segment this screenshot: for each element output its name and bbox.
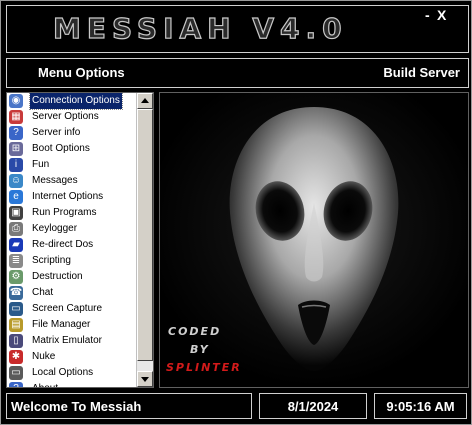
- list-item-label: Scripting: [32, 255, 71, 266]
- computer-icon: ▯: [9, 334, 23, 348]
- list-item[interactable]: ▣ Run Programs: [7, 205, 136, 221]
- monitor-network-icon: ▭: [9, 302, 23, 316]
- server-options-icon: ▦: [9, 110, 23, 124]
- minimize-button[interactable]: -: [425, 8, 430, 22]
- scroll-down-button[interactable]: [137, 371, 153, 387]
- list-item[interactable]: ▤ File Manager: [7, 317, 136, 333]
- local-computer-icon: ▭: [9, 366, 23, 380]
- printer-icon: ⎙: [9, 222, 23, 236]
- splash-image-panel: CODED BY SPLINTER: [159, 92, 469, 388]
- folder-network-icon: ▤: [9, 318, 23, 332]
- options-listbox[interactable]: ◉ Connection Options ▦ Server Options? Serve…: [6, 92, 154, 388]
- build-server-menu[interactable]: Build Server: [383, 65, 460, 80]
- list-item[interactable]: ▭ Local Options: [7, 365, 136, 381]
- list-item-label: Fun: [32, 159, 50, 170]
- list-item[interactable]: ⊞ Boot Options: [7, 141, 136, 157]
- scroll-thumb[interactable]: [137, 109, 153, 361]
- list-item-label: Chat: [32, 287, 54, 298]
- list-item-label: Nuke: [32, 351, 56, 362]
- list-item[interactable]: ☺ Messages: [7, 173, 136, 189]
- list-item-label: Server info: [32, 127, 81, 138]
- list-item-label: Messages: [32, 175, 78, 186]
- list-item[interactable]: ? Server info: [7, 125, 136, 141]
- credit-by-text: BY: [190, 343, 210, 356]
- document-script-icon: ≣: [9, 254, 23, 268]
- network-globe-icon: ◉: [9, 94, 23, 108]
- status-time: 9:05:16 AM: [374, 393, 467, 419]
- close-button[interactable]: X: [437, 8, 446, 22]
- list-item[interactable]: ▰ Re-direct Dos: [7, 237, 136, 253]
- about-icon: ?: [9, 382, 23, 387]
- network-computers-icon: ⊞: [9, 142, 23, 156]
- status-date: 8/1/2024: [259, 393, 367, 419]
- chat-phone-icon: ☎: [9, 286, 23, 300]
- credit-coded-text: CODED: [168, 325, 222, 338]
- list-item[interactable]: ? About: [7, 381, 136, 387]
- control-panel-icon: ⚙: [9, 270, 23, 284]
- users-icon: ☺: [9, 174, 23, 188]
- list-item-label: Matrix Emulator: [32, 335, 103, 346]
- vertical-scrollbar[interactable]: [136, 93, 153, 387]
- list-item[interactable]: ▭ Screen Capture: [7, 301, 136, 317]
- credit-author-text: SPLINTER: [166, 361, 242, 374]
- list-item[interactable]: ✱ Nuke: [7, 349, 136, 365]
- list-item-label: Screen Capture: [32, 303, 103, 314]
- menu-options-menu[interactable]: Menu Options: [38, 65, 125, 80]
- list-item[interactable]: ⚙ Destruction: [7, 269, 136, 285]
- list-item[interactable]: e Internet Options: [7, 189, 136, 205]
- list-item-label: Re-direct Dos: [32, 239, 94, 250]
- help-question-icon: ?: [9, 126, 23, 140]
- list-item-label: Internet Options: [32, 191, 104, 202]
- list-item[interactable]: i Fun: [7, 157, 136, 173]
- list-item-label: Local Options: [32, 367, 94, 378]
- list-item-label: Connection Options: [29, 93, 123, 110]
- app-window: MESSIAH V4.0 - X Menu Options Build Serv…: [0, 0, 472, 425]
- list-item[interactable]: ▯ Matrix Emulator: [7, 333, 136, 349]
- list-item-label: File Manager: [32, 319, 91, 330]
- app-title-logo: MESSIAH V4.0: [52, 11, 348, 45]
- list-item[interactable]: ▦ Server Options: [7, 109, 136, 125]
- list-item-label: Server Options: [32, 111, 99, 122]
- blue-book-icon: ▰: [9, 238, 23, 252]
- list-item[interactable]: ◉ Connection Options: [7, 93, 136, 110]
- list-item-label: Run Programs: [32, 207, 97, 218]
- title-bar[interactable]: MESSIAH V4.0 - X: [6, 5, 469, 53]
- list-item-label: Destruction: [32, 271, 83, 282]
- scroll-up-button[interactable]: [137, 93, 153, 109]
- menu-bar: Menu Options Build Server: [6, 58, 469, 88]
- options-list: ◉ Connection Options ▦ Server Options? Serve…: [7, 93, 136, 387]
- list-item[interactable]: ≣ Scripting: [7, 253, 136, 269]
- list-item[interactable]: ☎ Chat: [7, 285, 136, 301]
- info-icon: i: [9, 158, 23, 172]
- list-item[interactable]: ⎙ Keylogger: [7, 221, 136, 237]
- status-welcome: Welcome To Messiah: [6, 393, 252, 419]
- red-tool-icon: ✱: [9, 350, 23, 364]
- floppy-disk-icon: ▣: [9, 206, 23, 220]
- list-item-label: Boot Options: [32, 143, 90, 154]
- list-item-label: About: [30, 381, 60, 387]
- list-item-label: Keylogger: [32, 223, 78, 234]
- internet-explorer-icon: e: [9, 190, 23, 204]
